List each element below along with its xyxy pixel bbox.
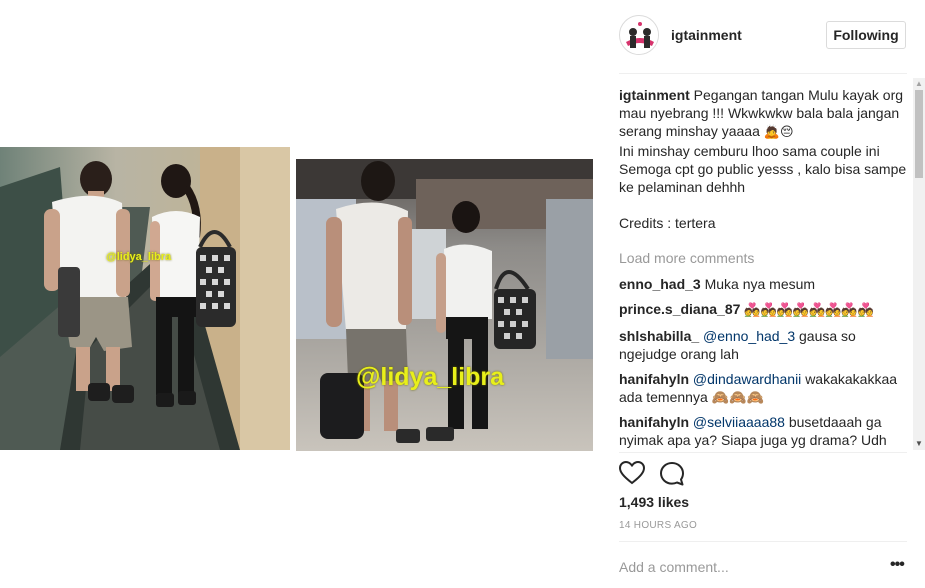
watermark-right: @lidya_libra — [356, 363, 505, 391]
heart-icon[interactable] — [619, 461, 645, 485]
caption: igtainment Pegangan tangan Mulu kayak or… — [619, 86, 909, 232]
comment-item: prince.s_diana_87 💑💑💑💑💑💑💑💑 — [619, 300, 909, 320]
avatar-logo-icon — [621, 17, 658, 54]
scrollbar-thumb[interactable] — [915, 90, 923, 178]
comment-username[interactable]: enno_had_3 — [619, 276, 701, 292]
caption-username[interactable]: igtainment — [619, 87, 690, 103]
comment-item: hanifahyln @dindawardhanii wakakakakkaa … — [619, 370, 909, 406]
post-username[interactable]: igtainment — [671, 27, 742, 43]
comment-item: shlshabilla_ @enno_had_3 gausa so ngejud… — [619, 327, 909, 363]
caption-text-line2: Ini minshay cemburu lhoo sama couple ini — [619, 143, 880, 159]
comment-username[interactable]: prince.s_diana_87 — [619, 301, 740, 317]
comment-text: Muka nya mesum — [704, 276, 816, 292]
add-comment-input[interactable] — [619, 556, 869, 578]
comment-text: 💑💑💑💑💑💑💑💑 — [744, 303, 874, 318]
load-more-comments-link[interactable]: Load more comments — [619, 249, 909, 267]
add-comment-divider — [619, 541, 907, 542]
post-timestamp[interactable]: 14 HOURS AGO — [619, 520, 697, 531]
comment-mention[interactable]: @enno_had_3 — [703, 328, 795, 344]
actions-divider — [619, 452, 907, 453]
escalator-scene-left — [0, 147, 290, 450]
avatar[interactable] — [619, 15, 659, 55]
post-header: igtainment Following — [619, 13, 907, 59]
more-options-icon[interactable]: ••• — [890, 556, 905, 574]
likes-count[interactable]: 1,493 likes — [619, 494, 689, 510]
comment-username[interactable]: shlshabilla_ — [619, 328, 699, 344]
header-divider — [619, 73, 907, 74]
comment-icon[interactable] — [659, 461, 685, 487]
comments-list: igtainment Pegangan tangan Mulu kayak or… — [619, 86, 909, 450]
following-button[interactable]: Following — [826, 21, 906, 49]
comments-scrollbar[interactable]: ▲ ▼ — [913, 78, 925, 450]
post-photo-right: @lidya_libra — [296, 159, 593, 451]
post-photo-left: @lidya_libra — [0, 147, 290, 450]
comment-item: enno_had_3 Muka nya mesum — [619, 275, 909, 293]
caption-text-line3: Semoga cpt go public yesss , kalo bisa s… — [619, 161, 907, 195]
comment-mention[interactable]: @dindawardhanii — [693, 371, 801, 387]
watermark-left: @lidya_libra — [106, 251, 172, 263]
scroll-down-arrow-icon[interactable]: ▼ — [913, 438, 925, 450]
post-media: @lidya_libra @lidya_libra — [0, 0, 600, 588]
caption-emoji: 🙇😔 — [763, 125, 794, 140]
comment-username[interactable]: hanifahyln — [619, 371, 689, 387]
caption-credits: Credits : tertera — [619, 215, 716, 231]
scroll-up-arrow-icon[interactable]: ▲ — [913, 78, 925, 90]
comment-mention[interactable]: @selviiaaaa88 — [693, 414, 785, 430]
comment-item: hanifahyln @selviiaaaa88 busetdaaah ga n… — [619, 413, 909, 450]
mall-scene-right — [296, 159, 593, 451]
comment-username[interactable]: hanifahyln — [619, 414, 689, 430]
